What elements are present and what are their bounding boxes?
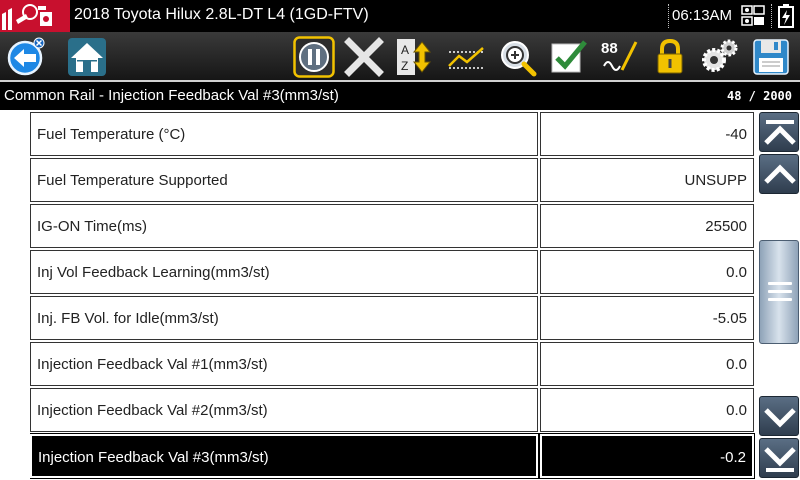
pid-row[interactable]: Injection Feedback Val #2(mm3/st) 0.0 [30, 388, 756, 432]
clock: 06:13AM [672, 7, 733, 24]
zoom-button[interactable] [496, 36, 538, 78]
pid-row[interactable]: IG-ON Time(ms) 25500 [30, 204, 756, 248]
scroll-thumb[interactable] [759, 240, 799, 344]
pid-name-cell[interactable]: Injection Feedback Val #1(mm3/st) [30, 342, 538, 386]
title-bar: 2018 Toyota Hilux 2.8L-DT L4 (1GD-FTV) 0… [0, 0, 800, 32]
double-chevron-up-icon [764, 120, 796, 145]
pid-value: -40 [725, 126, 747, 143]
pid-value: UNSUPP [684, 172, 747, 189]
double-chevron-down-icon [764, 447, 796, 472]
lock-button[interactable] [649, 36, 691, 78]
back-arrow-icon [7, 37, 45, 76]
pid-value: 0.0 [726, 356, 747, 373]
units-button[interactable]: 88 [598, 36, 640, 78]
pid-name-cell[interactable]: Fuel Temperature (°C) [30, 112, 538, 156]
status-separator [771, 4, 772, 28]
pid-row[interactable]: Fuel Temperature Supported UNSUPP [30, 158, 756, 202]
pid-value-cell[interactable]: 0.0 [540, 388, 754, 432]
pid-name: Injection Feedback Val #2(mm3/st) [37, 402, 268, 419]
scrollbar[interactable] [757, 110, 800, 480]
pid-value-cell[interactable]: -5.05 [540, 296, 754, 340]
selected-pid-title: Common Rail - Injection Feedback Val #3(… [4, 87, 339, 104]
pid-list: Fuel Temperature (°C) -40 Fuel Temperatu… [30, 112, 756, 480]
pid-name: Inj Vol Feedback Learning(mm3/st) [37, 264, 270, 281]
chevron-down-icon [764, 408, 796, 428]
gears-icon [702, 39, 738, 72]
vehicle-title: 2018 Toyota Hilux 2.8L-DT L4 (1GD-FTV) [74, 6, 369, 23]
save-button[interactable] [750, 36, 792, 78]
scroll-top-button[interactable] [759, 112, 799, 152]
record-counter: 48 / 2000 [726, 89, 792, 103]
graph-button[interactable] [445, 36, 487, 78]
pause-icon [293, 36, 335, 78]
magnifier-icon [501, 41, 537, 77]
pid-row[interactable]: Inj. FB Vol. for Idle(mm3/st) -5.05 [30, 296, 756, 340]
pid-value-cell[interactable]: -0.2 [539, 433, 755, 479]
pid-name-cell[interactable]: Injection Feedback Val #3(mm3/st) [30, 433, 539, 479]
pid-header: Common Rail - Injection Feedback Val #3(… [0, 82, 800, 110]
scroll-bottom-button[interactable] [759, 438, 799, 478]
close-icon [344, 37, 384, 77]
pid-name-cell[interactable]: Inj. FB Vol. for Idle(mm3/st) [30, 296, 538, 340]
pid-name-cell[interactable]: Inj Vol Feedback Learning(mm3/st) [30, 250, 538, 294]
floppy-disk-icon [753, 39, 789, 75]
scanner-logo-icon [0, 0, 70, 32]
graph-icon [448, 47, 484, 69]
toolbar: A Z 88 [0, 32, 800, 82]
pid-value: 25500 [705, 218, 747, 235]
pid-value-cell[interactable]: 25500 [540, 204, 754, 248]
scroll-up-button[interactable] [759, 154, 799, 194]
pid-value: -5.05 [712, 310, 747, 327]
battery-icon [778, 4, 794, 28]
pid-name: Fuel Temperature (°C) [37, 126, 186, 143]
pause-button[interactable] [293, 36, 335, 78]
pid-name-cell[interactable]: Fuel Temperature Supported [30, 158, 538, 202]
units-88-label: 88 [601, 40, 618, 57]
pid-value: 0.0 [726, 264, 747, 281]
pid-row[interactable]: Injection Feedback Val #1(mm3/st) 0.0 [30, 342, 756, 386]
lock-icon [657, 38, 683, 74]
pid-name-cell[interactable]: Injection Feedback Val #2(mm3/st) [30, 388, 538, 432]
checkmark-icon [551, 40, 587, 73]
pid-name: Injection Feedback Val #1(mm3/st) [37, 356, 268, 373]
home-button[interactable] [66, 36, 108, 78]
pid-value-cell[interactable]: 0.0 [540, 250, 754, 294]
pid-name: Inj. FB Vol. for Idle(mm3/st) [37, 310, 219, 327]
chevron-up-icon [764, 164, 796, 184]
svg-text:A: A [401, 43, 409, 57]
svg-text:Z: Z [401, 59, 408, 73]
settings-button[interactable] [698, 36, 740, 78]
exit-button[interactable] [343, 36, 385, 78]
back-button[interactable] [4, 36, 46, 78]
pid-value-cell[interactable]: 0.0 [540, 342, 754, 386]
pid-name: Injection Feedback Val #3(mm3/st) [38, 449, 269, 466]
pid-name-cell[interactable]: IG-ON Time(ms) [30, 204, 538, 248]
sort-az-icon: A Z [397, 39, 432, 75]
scroll-down-button[interactable] [759, 396, 799, 436]
pid-name: Fuel Temperature Supported [37, 172, 228, 189]
pid-row[interactable]: Fuel Temperature (°C) -40 [30, 112, 756, 156]
sort-button[interactable]: A Z [394, 36, 436, 78]
pid-value: 0.0 [726, 402, 747, 419]
pid-row[interactable]: Inj Vol Feedback Learning(mm3/st) 0.0 [30, 250, 756, 294]
pid-name: IG-ON Time(ms) [37, 218, 147, 235]
units-88-icon: 88 [601, 40, 638, 71]
pid-value: -0.2 [720, 449, 746, 466]
connection-status-icon [741, 5, 765, 26]
pid-value-cell[interactable]: -40 [540, 112, 754, 156]
home-icon [68, 38, 106, 76]
select-button[interactable] [547, 36, 589, 78]
pid-row-selected[interactable]: Injection Feedback Val #3(mm3/st) -0.2 [30, 433, 756, 479]
title-separator [668, 4, 669, 28]
pid-value-cell[interactable]: UNSUPP [540, 158, 754, 202]
